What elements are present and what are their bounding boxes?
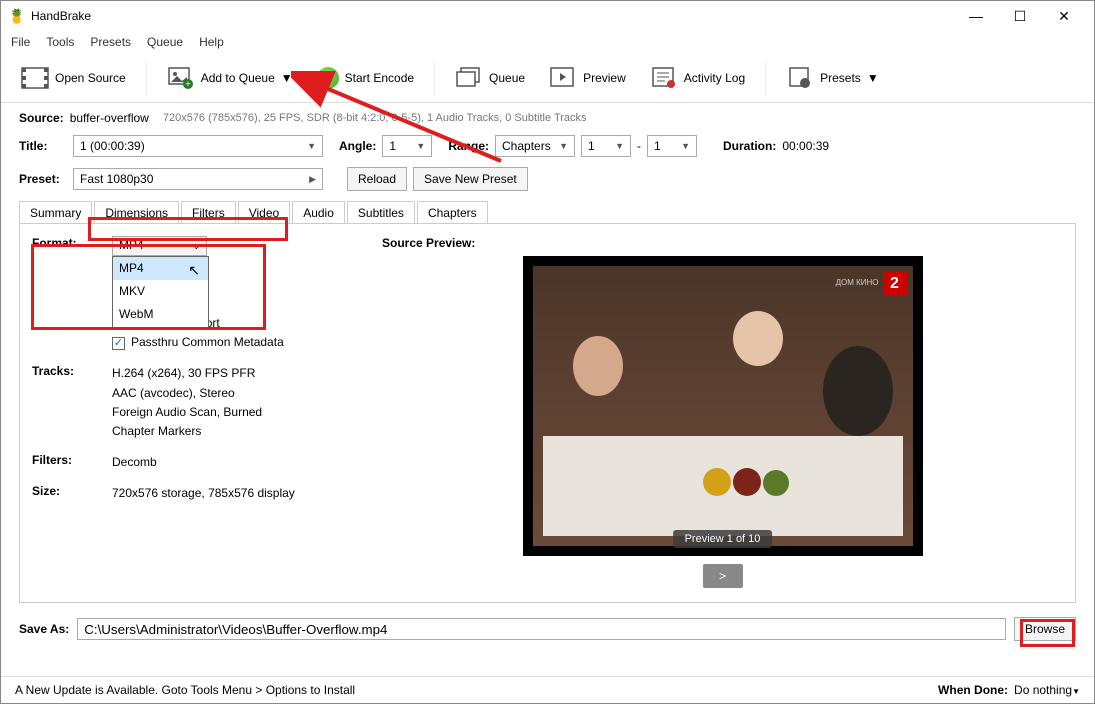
menu-tools[interactable]: Tools bbox=[46, 35, 74, 49]
tab-summary[interactable]: Summary bbox=[19, 201, 92, 224]
duration-value: 00:00:39 bbox=[782, 139, 829, 153]
svg-text:+: + bbox=[185, 79, 190, 89]
presets-label: Presets bbox=[820, 71, 861, 85]
title-dropdown[interactable]: 1 (00:00:39)▼ bbox=[73, 135, 323, 157]
when-done-label: When Done: bbox=[938, 683, 1008, 697]
source-name: buffer-overflow bbox=[70, 111, 149, 125]
source-label: Source: bbox=[19, 111, 64, 125]
tab-dimensions[interactable]: Dimensions bbox=[94, 201, 179, 224]
preview-label: Preview bbox=[583, 71, 626, 85]
images-icon bbox=[455, 66, 483, 90]
queue-button[interactable]: Queue bbox=[447, 62, 533, 94]
preset-dropdown[interactable]: Fast 1080p30▶ bbox=[73, 168, 323, 190]
reload-button[interactable]: Reload bbox=[347, 167, 407, 191]
range-unit-dropdown[interactable]: Chapters▼ bbox=[495, 135, 575, 157]
range-to-dropdown[interactable]: 1▼ bbox=[647, 135, 697, 157]
activity-log-label: Activity Log bbox=[684, 71, 745, 85]
app-icon: 🍍 bbox=[9, 8, 25, 24]
queue-label: Queue bbox=[489, 71, 525, 85]
when-done-dropdown[interactable]: Do nothing▼ bbox=[1014, 683, 1080, 697]
preview-button[interactable]: Preview bbox=[541, 62, 634, 94]
channel-logo-text: ДОМ КИНО bbox=[836, 278, 879, 287]
activity-log-button[interactable]: Activity Log bbox=[642, 62, 753, 94]
add-to-queue-button[interactable]: + Add to Queue ▼ bbox=[159, 62, 301, 94]
size-label: Size: bbox=[32, 484, 112, 503]
format-dropdown[interactable]: MP4⌄ MP4 MKV WebM ↖ bbox=[112, 236, 207, 256]
source-details: 720x576 (785x576), 25 FPS, SDR (8-bit 4:… bbox=[163, 112, 587, 124]
cursor-icon: ↖ bbox=[188, 259, 200, 281]
channel-logo-badge: 2 bbox=[883, 272, 907, 296]
window-title: HandBrake bbox=[31, 9, 91, 23]
presets-icon bbox=[786, 66, 814, 90]
menu-help[interactable]: Help bbox=[199, 35, 224, 49]
format-option-webm[interactable]: WebM bbox=[113, 303, 208, 326]
size-value: 720x576 storage, 785x576 display bbox=[112, 484, 362, 503]
log-icon bbox=[650, 66, 678, 90]
title-label: Title: bbox=[19, 139, 67, 153]
update-notice: A New Update is Available. Goto Tools Me… bbox=[15, 683, 355, 697]
saveas-label: Save As: bbox=[19, 622, 69, 636]
close-button[interactable]: ✕ bbox=[1042, 1, 1086, 31]
preview-next-button[interactable]: > bbox=[703, 564, 743, 588]
start-encode-label: Start Encode bbox=[345, 71, 414, 85]
film-icon bbox=[21, 66, 49, 90]
tab-filters[interactable]: Filters bbox=[181, 201, 236, 224]
image-plus-icon: + bbox=[167, 66, 195, 90]
open-source-label: Open Source bbox=[55, 71, 126, 85]
duration-label: Duration: bbox=[723, 139, 776, 153]
preview-icon bbox=[549, 66, 577, 90]
tab-chapters[interactable]: Chapters bbox=[417, 201, 488, 224]
play-icon bbox=[317, 67, 339, 89]
preview-heading: Source Preview: bbox=[382, 236, 1063, 250]
add-to-queue-label: Add to Queue bbox=[201, 71, 275, 85]
tab-video[interactable]: Video bbox=[238, 201, 290, 224]
maximize-button[interactable]: ☐ bbox=[998, 1, 1042, 31]
saveas-path-input[interactable] bbox=[77, 618, 1006, 640]
range-from-dropdown[interactable]: 1▼ bbox=[581, 135, 631, 157]
chevron-down-icon: ▼ bbox=[867, 71, 879, 85]
track-line: Foreign Audio Scan, Burned bbox=[112, 403, 362, 422]
save-new-preset-button[interactable]: Save New Preset bbox=[413, 167, 528, 191]
presets-button[interactable]: Presets ▼ bbox=[778, 62, 887, 94]
track-line: Chapter Markers bbox=[112, 422, 362, 441]
menu-queue[interactable]: Queue bbox=[147, 35, 183, 49]
titlebar: 🍍 HandBrake — ☐ ✕ bbox=[1, 1, 1094, 31]
start-encode-button[interactable]: Start Encode bbox=[309, 63, 422, 93]
tab-subtitles[interactable]: Subtitles bbox=[347, 201, 415, 224]
open-source-button[interactable]: Open Source bbox=[13, 62, 134, 94]
browse-button[interactable]: Browse bbox=[1014, 617, 1076, 641]
angle-dropdown[interactable]: 1▼ bbox=[382, 135, 432, 157]
filters-value: Decomb bbox=[112, 453, 362, 472]
track-line: AAC (avcodec), Stereo bbox=[112, 384, 362, 403]
angle-label: Angle: bbox=[339, 139, 376, 153]
preview-counter: Preview 1 of 10 bbox=[673, 530, 773, 548]
format-label: Format: bbox=[32, 236, 112, 352]
menu-file[interactable]: File bbox=[11, 35, 30, 49]
tab-audio[interactable]: Audio bbox=[292, 201, 345, 224]
track-line: H.264 (x264), 30 FPS PFR bbox=[112, 364, 362, 383]
tracks-label: Tracks: bbox=[32, 364, 112, 441]
minimize-button[interactable]: — bbox=[954, 1, 998, 31]
passthru-checkbox-row[interactable]: ✓Passthru Common Metadata bbox=[112, 333, 362, 352]
menu-presets[interactable]: Presets bbox=[90, 35, 131, 49]
range-label: Range: bbox=[448, 139, 489, 153]
filters-label: Filters: bbox=[32, 453, 112, 472]
preset-label: Preset: bbox=[19, 172, 67, 186]
format-option-mkv[interactable]: MKV bbox=[113, 280, 208, 303]
preview-frame: ДОМ КИНО 2 Preview 1 of 10 bbox=[523, 256, 923, 556]
chevron-down-icon: ▼ bbox=[281, 71, 293, 85]
range-sep: - bbox=[637, 139, 641, 153]
